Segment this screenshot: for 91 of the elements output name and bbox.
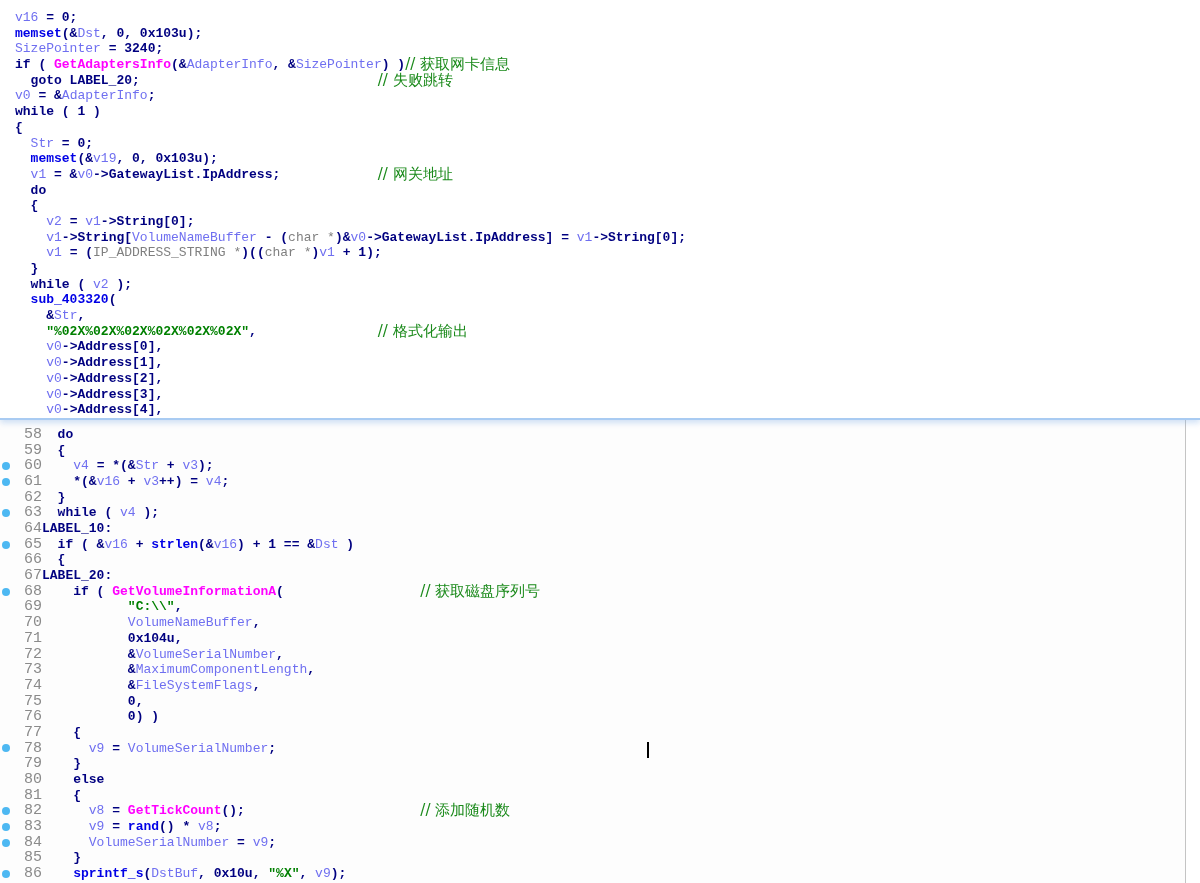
code-line: v0 = &AdapterInfo; (15, 88, 156, 105)
code-comment: // 获取磁盘序列号 (420, 583, 541, 600)
code-line: &MaximumComponentLength, (127, 662, 316, 678)
code-line: goto LABEL_20; (30, 72, 140, 89)
code-line: v0->Address[1], (46, 355, 164, 371)
line-number: 86 (24, 866, 42, 882)
code-line: v1->String[VolumeNameBuffer - (char *)&v0->GatewayList.IpAddress] = v1->String[0]; (46, 229, 686, 246)
code-line: 0) ) (127, 709, 160, 725)
code-line: 0, (127, 693, 144, 710)
code-line: { (73, 787, 82, 804)
text-cursor-icon (647, 741, 649, 758)
line-number: 74 (24, 677, 42, 694)
code-line: v9 = rand() * v8; (88, 819, 222, 835)
code-line: v4 = *(&Str + v3); (73, 458, 214, 474)
line-number: 63 (24, 505, 42, 521)
code-line: v2 = v1->String[0]; (46, 213, 195, 230)
code-line: SizePointer = 3240; (15, 41, 164, 58)
line-number: 73 (24, 662, 42, 678)
code-line: VolumeSerialNumber = v9; (88, 834, 277, 851)
code-line: 0x104u, (127, 630, 183, 647)
code-line: &Str, (46, 308, 86, 324)
code-line: v1 = &v0->GatewayList.IpAddress; (30, 166, 281, 183)
code-line: else (73, 772, 105, 788)
code-line: { (57, 442, 66, 459)
code-line: v1 = (IP_ADDRESS_STRING *)((char *)v1 + 1); (46, 245, 382, 261)
code-line: v0->Address[0], (46, 339, 164, 356)
code-line: { (57, 552, 66, 569)
code-line: sub_403320( (30, 292, 117, 309)
code-line: } (73, 756, 82, 772)
code-line: } (73, 850, 82, 867)
code-line: while ( 1 ) (15, 104, 101, 120)
code-line: memset(&Dst, 0, 0x103u); (15, 25, 203, 42)
line-number: 78 (24, 740, 42, 757)
code-line: v0->Address[3], (46, 386, 164, 403)
line-number: 68 (24, 583, 42, 600)
code-line: LABEL_20: (42, 568, 113, 584)
line-number: 66 (24, 552, 42, 569)
code-line: { (30, 198, 39, 214)
line-number: 71 (24, 630, 42, 647)
line-number: 75 (24, 693, 42, 710)
line-number: 61 (24, 473, 42, 490)
line-number: 77 (24, 724, 42, 741)
code-line: if ( GetVolumeInformationA( (73, 583, 284, 600)
code-line: &VolumeSerialNumber, (127, 646, 284, 663)
line-number: 62 (24, 489, 42, 506)
code-line: LABEL_10: (42, 521, 113, 537)
code-comment: // 获取网卡信息 (405, 57, 510, 73)
code-comment: // 网关地址 (377, 166, 453, 183)
code-line: *(&v16 + v3++) = v4; (73, 473, 230, 490)
line-number: 59 (24, 442, 42, 459)
code-line: if ( &v16 + strlen(&v16) + 1 == &Dst ) (57, 536, 355, 553)
code-line: sprintf_s(DstBuf, 0x10u, "%X", v9); (73, 866, 347, 882)
code-line: "C:\\", (127, 599, 183, 616)
code-line: v0->Address[2], (46, 370, 164, 387)
line-number: 79 (24, 756, 42, 772)
code-line: { (73, 724, 82, 741)
code-comment: // 添加随机数 (420, 803, 511, 820)
code-line: do (57, 426, 74, 443)
code-comment: // 失败跳转 (377, 72, 453, 89)
code-line: v8 = GetTickCount(); (88, 803, 245, 820)
code-line: } (57, 489, 66, 506)
code-line: while ( v2 ); (30, 276, 133, 293)
code-line: &FileSystemFlags, (127, 677, 261, 694)
line-number: 82 (24, 803, 42, 820)
line-number: 83 (24, 819, 42, 835)
line-number: 67 (24, 568, 42, 584)
line-number: 58 (24, 426, 42, 443)
line-number: 70 (24, 615, 42, 631)
code-line: Str = 0; (30, 135, 94, 152)
code-line: } (30, 261, 39, 277)
code-line: "%02X%02X%02X%02X%02X%02X", (46, 323, 257, 340)
code-line: do (30, 182, 47, 199)
code-line: v0->Address[4], (46, 402, 164, 418)
code-line: v16 = 0; (15, 10, 78, 26)
line-number: 84 (24, 834, 42, 851)
line-number: 64 (24, 521, 42, 537)
code-line: v9 = VolumeSerialNumber; (88, 740, 277, 757)
line-number: 81 (24, 787, 42, 804)
line-number: 80 (24, 772, 42, 788)
code-line: if ( GetAdaptersInfo(&AdapterInfo, &SizePointer) ) (15, 57, 406, 73)
line-number: 65 (24, 536, 42, 553)
code-comment: // 格式化输出 (377, 323, 468, 340)
code-line: memset(&v19, 0, 0x103u); (30, 151, 218, 167)
line-number: 76 (24, 709, 42, 725)
line-number: 72 (24, 646, 42, 663)
line-number: 60 (24, 458, 42, 474)
code-line: VolumeNameBuffer, (127, 615, 261, 631)
line-number: 85 (24, 850, 42, 867)
line-number: 69 (24, 599, 42, 616)
code-line: { (15, 119, 23, 136)
code-line: while ( v4 ); (57, 505, 160, 521)
